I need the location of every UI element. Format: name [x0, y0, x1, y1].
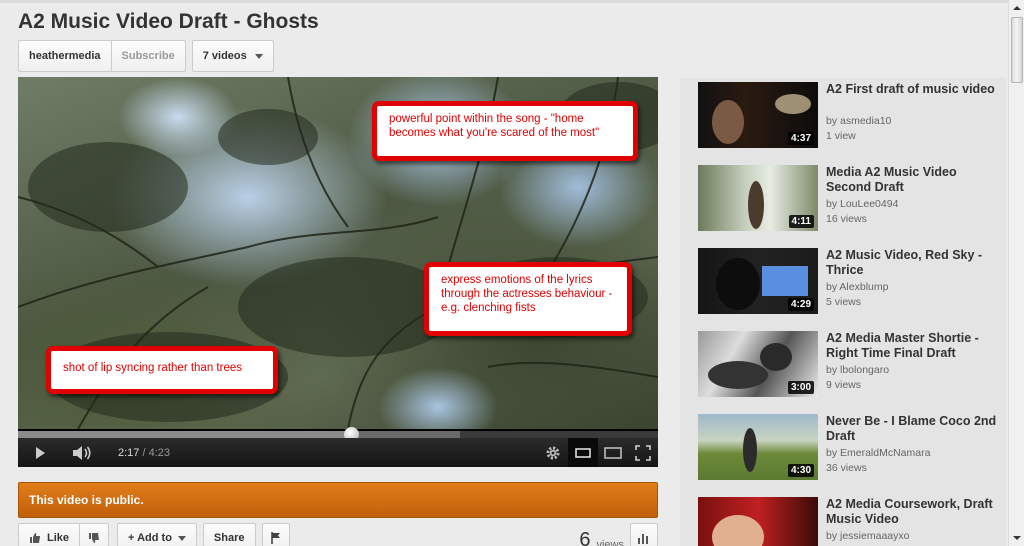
related-video-item[interactable]: 4:11 Media A2 Music Video Second Draft b…: [698, 161, 998, 233]
video-thumbnail[interactable]: 3:00: [698, 331, 818, 397]
video-thumbnail[interactable]: 4:29: [698, 248, 818, 314]
video-duration-badge: 4:30: [787, 464, 814, 477]
thumbs-up-icon: [30, 533, 40, 543]
related-video-item[interactable]: 4:29 A2 Music Video, Red Sky - Thrice by…: [698, 244, 998, 316]
related-video-views: 5 views: [826, 296, 862, 308]
channel-bar: heathermedia Subscribe 7 videos: [18, 40, 274, 72]
annotation-note[interactable]: powerful point within the song - "home b…: [372, 101, 638, 161]
current-time: 2:17: [118, 446, 140, 459]
related-video-uploader[interactable]: by jessiemaaayxo: [826, 530, 909, 542]
related-video-views: 16 views: [826, 213, 867, 225]
video-title: A2 Music Video Draft - Ghosts: [18, 10, 319, 33]
statistics-button[interactable]: [630, 523, 658, 546]
related-video-title[interactable]: Media A2 Music Video Second Draft: [826, 165, 998, 195]
video-duration-badge: 4:11: [788, 215, 814, 228]
gear-icon: [546, 446, 560, 459]
video-thumbnail[interactable]: 4:11: [698, 165, 818, 231]
large-player-button[interactable]: [598, 438, 628, 467]
related-video-item[interactable]: A2 Media Coursework, Draft Music Video b…: [698, 493, 998, 546]
view-count: 6 views: [579, 523, 658, 546]
video-thumbnail[interactable]: 4:37: [698, 82, 818, 148]
channel-videos-dropdown[interactable]: 7 videos: [191, 40, 274, 72]
annotation-note[interactable]: express emotions of the lyrics through t…: [424, 262, 632, 336]
related-video-title[interactable]: Never Be - I Blame Coco 2nd Draft: [826, 414, 998, 444]
watch-page: A2 Music Video Draft - Ghosts heathermed…: [0, 0, 1008, 546]
volume-button[interactable]: [62, 438, 102, 467]
bar-chart-icon: [638, 534, 648, 544]
related-video-item[interactable]: 4:37 A2 First draft of music video by as…: [698, 78, 998, 150]
settings-button[interactable]: [538, 438, 568, 467]
speaker-icon: [73, 445, 91, 460]
action-bar: Like + Add to Share 6 views: [18, 523, 658, 546]
fullscreen-icon: [635, 444, 651, 461]
scroll-down-button[interactable]: [1009, 530, 1024, 546]
privacy-status-bar: This video is public.: [18, 482, 658, 518]
chevron-down-icon: [177, 535, 186, 541]
share-button[interactable]: Share: [202, 523, 256, 546]
player-controls-right: [538, 438, 658, 467]
related-video-title[interactable]: A2 Media Master Shortie - Right Time Fin…: [826, 331, 998, 361]
channel-name-button[interactable]: heathermedia: [18, 40, 112, 72]
duration: 4:23: [148, 446, 171, 459]
flag-icon: [270, 532, 280, 544]
thumbnail-image: [712, 515, 764, 546]
scrollbar-thumb[interactable]: [1011, 17, 1023, 83]
video-duration-badge: 4:37: [787, 132, 814, 145]
add-to-button[interactable]: + Add to: [117, 523, 197, 546]
video-thumbnail[interactable]: [698, 497, 818, 546]
video-frame[interactable]: powerful point within the song - "home b…: [18, 77, 658, 429]
fullscreen-button[interactable]: [628, 438, 658, 467]
related-video-title[interactable]: A2 Music Video, Red Sky - Thrice: [826, 248, 998, 278]
time-display: 2:17 / 4:23: [118, 447, 170, 459]
add-to-label: + Add to: [128, 532, 172, 544]
related-video-uploader[interactable]: by lbolongaro: [826, 364, 889, 376]
related-video-uploader[interactable]: by asmedia10: [826, 115, 891, 127]
progress-bar[interactable]: [18, 431, 658, 438]
video-duration-badge: 3:00: [787, 381, 814, 394]
small-player-icon: [575, 447, 591, 458]
view-count-number: 6: [579, 529, 591, 546]
annotation-note[interactable]: shot of lip syncing rather than trees: [46, 346, 278, 394]
progress-played: [18, 431, 352, 438]
large-player-icon: [604, 446, 622, 459]
flag-button[interactable]: [261, 523, 290, 546]
related-video-title[interactable]: A2 Media Coursework, Draft Music Video: [826, 497, 998, 527]
related-video-item[interactable]: 3:00 A2 Media Master Shortie - Right Tim…: [698, 327, 998, 399]
arrow-up-icon: [1013, 6, 1021, 10]
videos-count-label: 7 videos: [202, 50, 247, 62]
player-controls: 2:17 / 4:23: [18, 438, 658, 467]
time-separator: /: [139, 446, 149, 459]
related-videos-sidebar: 4:37 A2 First draft of music video by as…: [680, 78, 1006, 546]
like-button[interactable]: Like: [18, 523, 81, 546]
related-video-views: 36 views: [826, 462, 867, 474]
video-player[interactable]: powerful point within the song - "home b…: [18, 77, 658, 467]
scroll-up-button[interactable]: [1009, 0, 1024, 16]
related-video-views: 1 view: [826, 130, 856, 142]
related-video-views: 9 views: [826, 379, 862, 391]
default-view-button[interactable]: [568, 438, 598, 467]
thumbs-down-icon: [89, 533, 100, 543]
related-video-item[interactable]: 4:30 Never Be - I Blame Coco 2nd Draft b…: [698, 410, 998, 482]
related-video-uploader[interactable]: by LouLee0494: [826, 198, 898, 210]
related-video-uploader[interactable]: by EmeraldMcNamara: [826, 447, 930, 459]
play-icon: [36, 446, 45, 459]
view-count-label: views: [596, 539, 624, 546]
page-scrollbar[interactable]: [1008, 0, 1024, 546]
play-button[interactable]: [18, 438, 62, 467]
top-rule: [0, 0, 1008, 3]
dislike-button[interactable]: [80, 523, 110, 546]
video-thumbnail[interactable]: 4:30: [698, 414, 818, 480]
like-label: Like: [47, 532, 70, 544]
arrow-down-icon: [1013, 536, 1021, 540]
related-video-title[interactable]: A2 First draft of music video: [826, 82, 998, 97]
video-duration-badge: 4:29: [787, 298, 814, 311]
chevron-down-icon: [254, 53, 263, 59]
subscribe-button[interactable]: Subscribe: [111, 40, 186, 72]
related-video-uploader[interactable]: by Alexblump: [826, 281, 888, 293]
